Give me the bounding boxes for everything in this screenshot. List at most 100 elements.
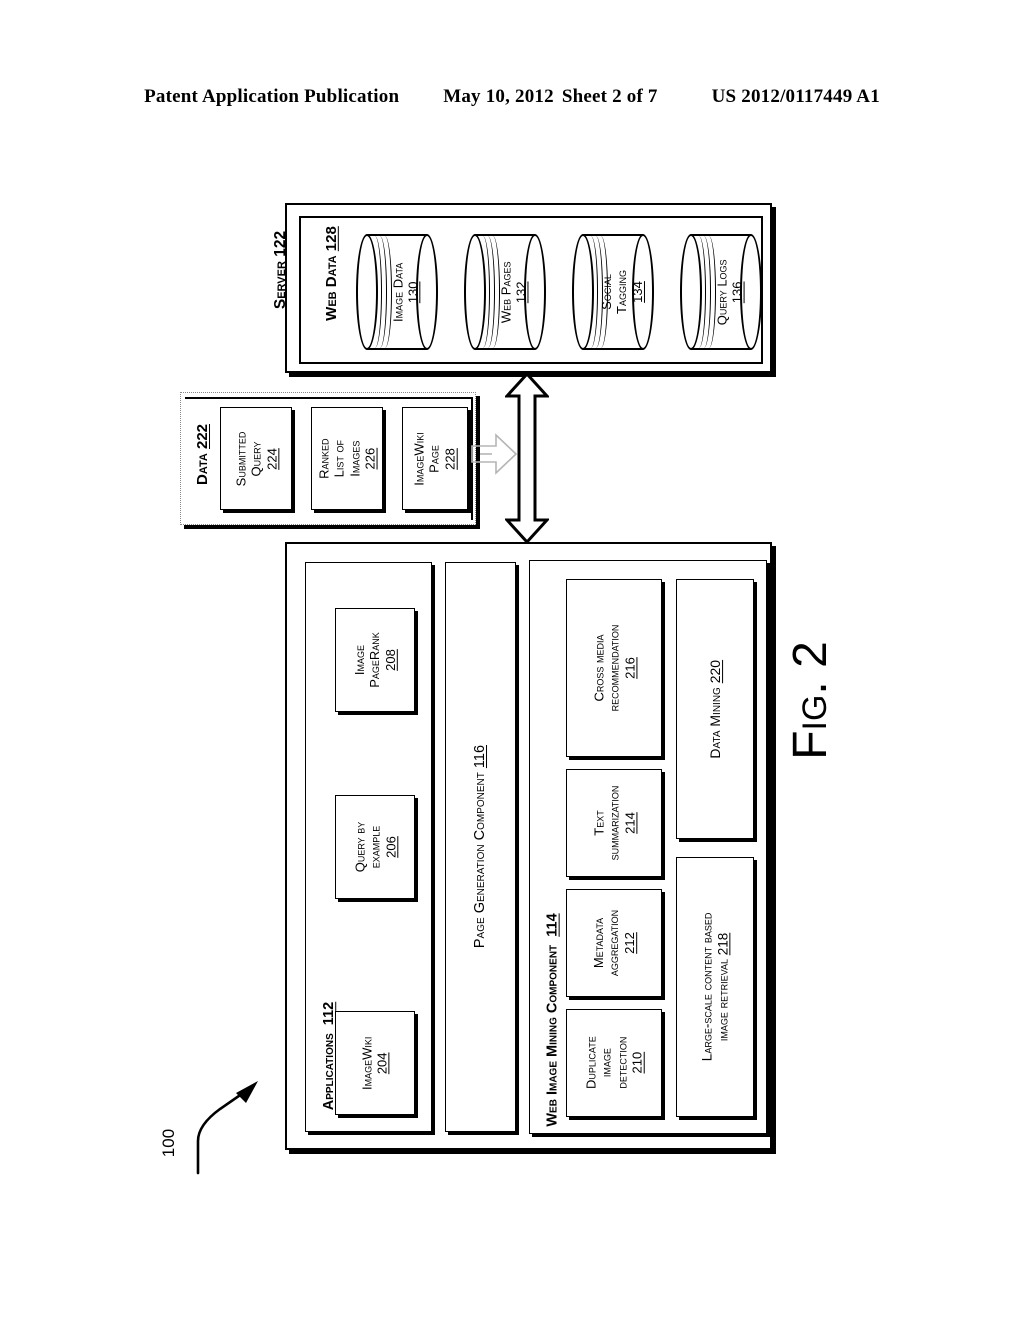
system-reference-number: 100 xyxy=(159,1128,178,1158)
application-imagewiki: ImageWiki 204 xyxy=(335,1011,415,1115)
data-item-imagewiki-page: ImageWiki Page 228 xyxy=(402,407,468,510)
datastore-ref: 132 xyxy=(513,281,529,303)
mining-item-caption: Duplicate image detection 210 xyxy=(567,1010,661,1116)
mining-item-large-scale-cbir: Large-scale content based image retrieva… xyxy=(676,857,754,1117)
application-caption: Image PageRank 208 xyxy=(336,609,414,711)
datastore-web-pages: Web Pages 132 xyxy=(464,234,546,350)
application-label-line1: Image xyxy=(352,644,367,676)
patent-figure-page: Patent Application Publication May 10, 2… xyxy=(0,0,1024,1320)
applications-box: Applications 112 ImageWiki 204 Query by xyxy=(305,562,432,1132)
data-packet-box: Data 222 Submitted Query 224 Ranked List… xyxy=(180,392,476,525)
data-item-label-line1: ImageWiki xyxy=(412,431,427,486)
mining-item-caption: Large-scale content based image retrieva… xyxy=(677,858,753,1116)
datastore-ref: 136 xyxy=(730,281,745,303)
application-query-by-example: Query by example 206 xyxy=(335,795,415,899)
data-item-ranked-list: Ranked List of Images 226 xyxy=(311,407,383,510)
datastore-caption: Social Tagging 134 xyxy=(572,234,654,350)
header-publication-number: US 2012/0117449 A1 xyxy=(711,86,880,107)
mining-item-label-line1: Large-scale content based xyxy=(699,912,715,1062)
mining-item-metadata-aggregation: Metadata aggregation 212 xyxy=(566,889,662,997)
web-image-mining-component-ref: 114 xyxy=(545,913,561,937)
application-label-line1: Query by xyxy=(352,821,367,873)
page-generation-component-box: Page Generation Component 116 xyxy=(445,562,516,1132)
datastore-query-logs: Query Logs 136 xyxy=(680,234,762,350)
data-item-ref: 224 xyxy=(263,447,279,470)
data-item-label-line2: Query xyxy=(248,441,264,476)
mining-item-label-line2: image xyxy=(598,1048,614,1078)
datastore-caption: Web Pages 132 xyxy=(464,234,546,350)
application-ref: 208 xyxy=(382,649,398,671)
data-item-caption: Ranked List of Images 226 xyxy=(312,408,382,509)
datastore-social-tagging: Social Tagging 134 xyxy=(572,234,654,350)
web-data-box: Web Data 128 Image Data 130 Web Pages 13… xyxy=(299,216,763,364)
application-caption: ImageWiki 204 xyxy=(336,1012,414,1114)
page-generation-component-label: Page Generation Component xyxy=(471,772,488,949)
application-caption: Query by example 206 xyxy=(336,796,414,898)
data-item-label-line2: Page xyxy=(427,444,443,473)
data-item-label-line3: Images xyxy=(347,440,362,477)
datastore-ref: 134 xyxy=(629,281,645,303)
mining-item-label-line1: Metadata xyxy=(591,917,607,969)
datastore-caption: Image Data 130 xyxy=(356,234,438,350)
mining-item-label-line2: recommendation xyxy=(606,624,622,712)
application-label-line2: PageRank xyxy=(367,632,383,688)
data-item-label-line2: List of xyxy=(331,439,347,478)
web-image-mining-component-box: Web Image Mining Component 114 Duplicate… xyxy=(529,560,767,1134)
header-title: Patent Application Publication xyxy=(144,86,400,107)
mining-item-ref: 220 xyxy=(706,659,723,684)
system-reference-callout: 100 xyxy=(150,1055,300,1205)
data-item-label-line1: Submitted xyxy=(233,431,248,486)
web-image-mining-component-label-text: Web Image Mining Component xyxy=(545,944,561,1127)
server-box: Web Data 128 Image Data 130 Web Pages 13… xyxy=(285,203,772,373)
web-data-label-text: Web Data xyxy=(322,254,340,321)
application-ref: 204 xyxy=(374,1052,390,1074)
figure-label-text: Fig. 2 xyxy=(783,640,837,760)
computing-device-box: Applications 112 ImageWiki 204 Query by xyxy=(285,542,772,1150)
mining-item-caption: Text summarization 214 xyxy=(567,770,661,876)
data-item-ref: 228 xyxy=(442,447,458,470)
data-item-label-line1: Ranked xyxy=(316,438,332,479)
data-item-submitted-query: Submitted Query 224 xyxy=(220,407,292,510)
system-reference-number-wrap: 100 xyxy=(144,1128,194,1158)
datastore-caption: Query Logs 136 xyxy=(680,234,762,350)
mining-item-label-line3: detection xyxy=(613,1036,629,1090)
mining-item-caption: Data Mining 220 xyxy=(677,580,753,838)
mining-item-data-mining: Data Mining 220 xyxy=(676,579,754,839)
mining-item-label-line1: Cross media xyxy=(591,634,607,702)
mining-item-label-line2: image retrieval xyxy=(715,959,731,1042)
header-sheet: Sheet 2 of 7 xyxy=(561,86,658,107)
application-image-pagerank: Image PageRank 208 xyxy=(335,608,415,712)
mining-item-caption: Cross media recommendation 216 xyxy=(567,580,661,756)
mining-item-ref: 212 xyxy=(621,932,637,954)
mining-item-label-line2: summarization xyxy=(606,785,622,861)
mining-item-label-line2: aggregation xyxy=(606,909,622,977)
page-generation-component-caption: Page Generation Component 116 xyxy=(446,563,515,1131)
datastore-ref: 130 xyxy=(405,281,421,303)
publication-header: Patent Application Publication May 10, 2… xyxy=(0,86,1024,108)
mining-item-ref: 218 xyxy=(715,932,731,956)
datastore-label-line2: Tagging xyxy=(614,270,630,314)
datastore-social-caption: Social Tagging 134 xyxy=(599,270,645,314)
double-headed-arrow-icon xyxy=(503,371,551,545)
datastore-label: Web Pages xyxy=(498,261,514,323)
page-generation-component-ref: 116 xyxy=(471,745,488,769)
mining-item-caption: Metadata aggregation 212 xyxy=(567,890,661,996)
mining-item-label-line1: Text xyxy=(591,810,607,836)
mining-item-label: Data Mining xyxy=(706,686,723,759)
mining-item-ref: 210 xyxy=(629,1052,645,1074)
datastore-label: Query Logs xyxy=(714,259,730,325)
data-packet-ref: 222 xyxy=(194,423,212,449)
application-label-line2: example xyxy=(367,825,383,869)
application-label: ImageWiki xyxy=(359,1036,375,1090)
datastore-image-data: Image Data 130 xyxy=(356,234,438,350)
mining-item-ref: 216 xyxy=(621,657,637,679)
mining-item-ref: 214 xyxy=(621,812,637,834)
mining-item-label-line1: Duplicate xyxy=(583,1036,599,1090)
data-item-caption: Submitted Query 224 xyxy=(221,408,291,509)
application-ref: 206 xyxy=(382,836,398,858)
datastore-label-line1: Social xyxy=(599,274,614,310)
data-item-caption: ImageWiki Page 228 xyxy=(403,408,467,509)
mining-item-text-summarization: Text summarization 214 xyxy=(566,769,662,877)
mining-item-cross-media-recommendation: Cross media recommendation 216 xyxy=(566,579,662,757)
datastore-label: Image Data xyxy=(390,262,406,322)
